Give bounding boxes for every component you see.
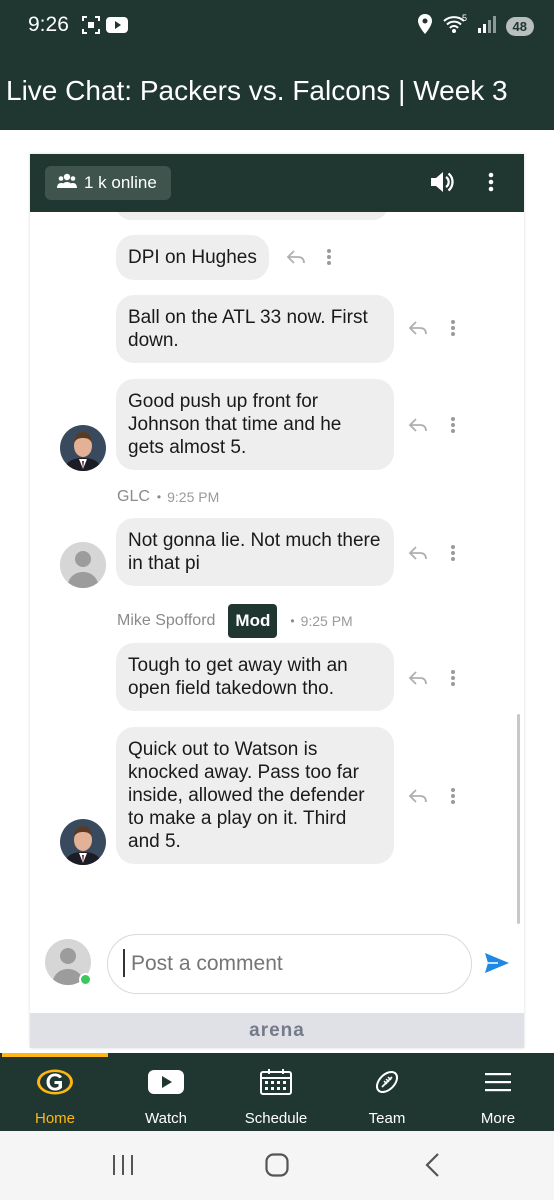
message-options-icon[interactable] xyxy=(450,416,456,439)
status-time: 9:26 xyxy=(28,13,69,36)
chat-options-icon[interactable] xyxy=(487,170,495,199)
youtube-icon xyxy=(106,16,128,39)
nav-item-more[interactable]: More xyxy=(443,1053,553,1131)
avatar-mike-spofford[interactable] xyxy=(60,425,106,471)
message-list-scrollbar[interactable] xyxy=(517,714,520,924)
signal-icon xyxy=(477,15,496,38)
text-cursor xyxy=(123,949,125,977)
message-options-icon[interactable] xyxy=(450,544,456,567)
nav-label: Team xyxy=(368,1110,406,1127)
message-list: DPI on Hughes Ball on the ATL 33 now. Fi… xyxy=(30,212,524,912)
reply-icon[interactable] xyxy=(408,545,428,566)
message-options-icon[interactable] xyxy=(450,787,456,810)
message-text: Tough to get away with an open field tak… xyxy=(128,655,348,699)
reply-icon[interactable] xyxy=(408,320,428,341)
message-text: DPI on Hughes xyxy=(128,247,257,268)
arena-brand[interactable]: arena xyxy=(30,1013,524,1048)
mod-badge: Mod xyxy=(228,604,278,638)
message-bubble: DPI on Hughes xyxy=(116,235,269,280)
nav-label: Home xyxy=(34,1110,75,1127)
message-bubble: Not gonna lie. Not much there in that pi xyxy=(116,518,394,586)
chat-topbar: 1 k online xyxy=(30,154,524,212)
nav-item-team[interactable]: Team xyxy=(332,1053,442,1131)
message-text: Quick out to Watson is knocked away. Pas… xyxy=(128,739,365,852)
nav-item-home[interactable]: Home xyxy=(0,1053,110,1131)
home-icon[interactable] xyxy=(265,1153,289,1182)
page-title: Live Chat: Packers vs. Falcons | Week 3 xyxy=(6,75,508,106)
message-text: Good push up front for Johnson that time… xyxy=(128,391,342,458)
location-icon xyxy=(417,14,432,39)
status-bar: 9:26 5 48 xyxy=(0,0,554,52)
play-icon xyxy=(111,1069,221,1095)
app-header: Live Chat: Packers vs. Falcons | Week 3 xyxy=(0,52,554,130)
nav-label: More xyxy=(480,1110,516,1127)
reply-icon[interactable] xyxy=(408,670,428,691)
volume-icon[interactable] xyxy=(430,170,456,199)
avatar-default[interactable] xyxy=(60,542,106,588)
back-icon[interactable] xyxy=(424,1153,440,1182)
avatar-mike-spofford[interactable] xyxy=(60,819,106,865)
reply-icon[interactable] xyxy=(286,249,306,270)
calendar-icon xyxy=(221,1069,331,1095)
author-name[interactable]: GLC xyxy=(117,488,150,506)
message-bubble: Ball on the ATL 33 now. First down. xyxy=(116,295,394,363)
author-name[interactable]: Mike Spofford xyxy=(117,612,215,630)
live-chat-widget: 1 k online DPI on Hughes Ball on the ATL… xyxy=(30,154,524,1048)
nav-item-watch[interactable]: Watch xyxy=(111,1053,221,1131)
comment-input[interactable] xyxy=(107,934,472,994)
message-bubble: Tough to get away with an open field tak… xyxy=(116,643,394,711)
online-status-dot xyxy=(79,973,92,986)
message-text: Ball on the ATL 33 now. First down. xyxy=(128,307,368,351)
battery-indicator: 48 xyxy=(505,17,534,36)
nav-item-schedule[interactable]: Schedule xyxy=(221,1053,331,1131)
send-icon[interactable] xyxy=(484,952,510,979)
nav-label: Watch xyxy=(145,1110,187,1127)
reply-icon[interactable] xyxy=(408,417,428,438)
nav-label: Schedule xyxy=(244,1110,308,1127)
message-options-icon[interactable] xyxy=(450,669,456,692)
users-icon xyxy=(57,173,77,194)
online-count-label: 1 k online xyxy=(84,173,157,192)
football-icon xyxy=(332,1069,442,1095)
menu-icon xyxy=(443,1069,553,1095)
message-bubble: Quick out to Watson is knocked away. Pas… xyxy=(116,727,394,864)
message-options-icon[interactable] xyxy=(326,248,332,271)
message-meta: Mike Spofford Mod • 9:25 PM xyxy=(117,604,353,638)
message-text: Not gonna lie. Not much there in that pi xyxy=(128,530,381,574)
message-time: 9:25 PM xyxy=(300,613,353,629)
system-nav-bar xyxy=(0,1131,554,1200)
message-bubble: Good push up front for Johnson that time… xyxy=(116,379,394,470)
message-bubble-partial xyxy=(116,212,388,220)
comment-composer xyxy=(30,930,524,1010)
message-time: 9:25 PM xyxy=(167,489,220,505)
wifi-icon: 5 xyxy=(442,13,468,39)
packers-g-logo-icon xyxy=(0,1069,110,1095)
message-meta: GLC • 9:25 PM xyxy=(117,488,220,506)
online-count-button[interactable]: 1 k online xyxy=(45,166,171,200)
screenshot-icon xyxy=(82,16,100,39)
svg-text:5: 5 xyxy=(462,14,467,23)
recent-apps-icon[interactable] xyxy=(112,1155,134,1180)
message-options-icon[interactable] xyxy=(450,319,456,342)
bottom-nav: Home Watch Schedule Team More xyxy=(0,1053,554,1131)
reply-icon[interactable] xyxy=(408,788,428,809)
